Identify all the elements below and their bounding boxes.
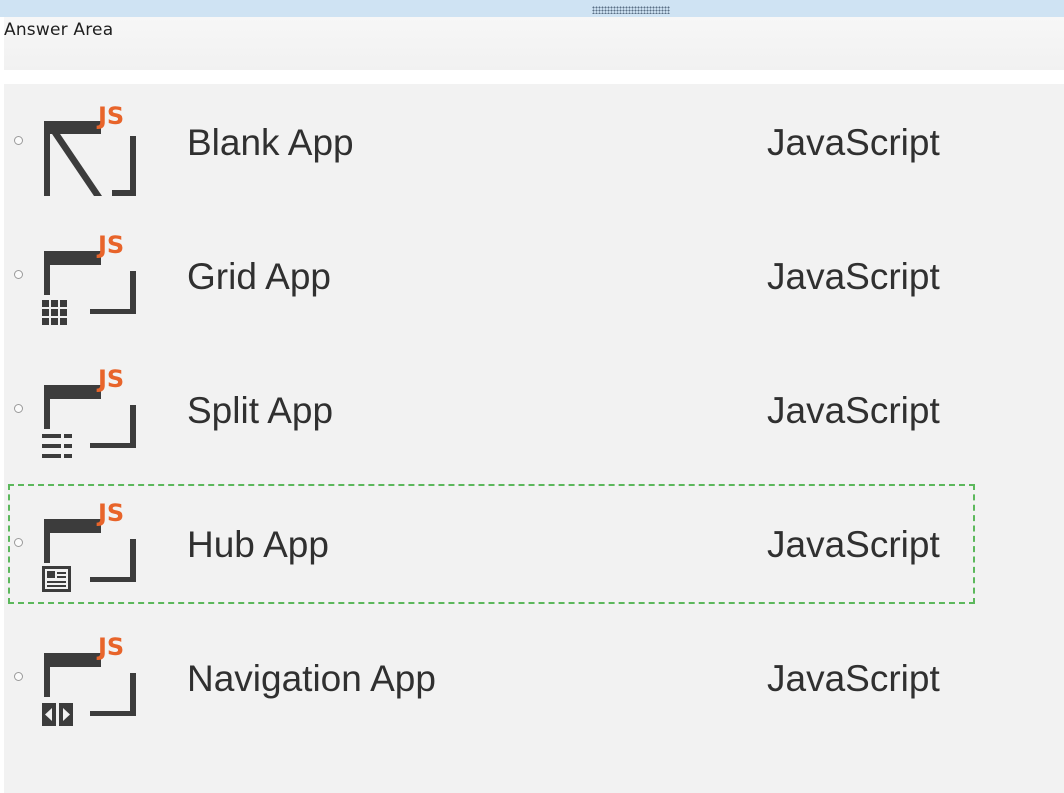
js-badge: JS: [96, 633, 124, 661]
navigation-app-template-icon: JS: [42, 633, 136, 726]
option-blank-app[interactable]: JS Blank App JavaScript: [4, 84, 1064, 196]
js-badge: JS: [96, 499, 124, 527]
grid-app-template-icon: JS: [42, 231, 136, 325]
app-template-name: Navigation App: [187, 658, 436, 699]
option-split-app[interactable]: JS Split App JavaScript: [4, 352, 1064, 464]
app-template-language: JavaScript: [767, 390, 940, 431]
option-navigation-app[interactable]: JS Navigation App JavaScript: [4, 620, 1064, 732]
radio-button[interactable]: [14, 538, 23, 547]
js-badge: JS: [96, 231, 124, 259]
app-template-name: Hub App: [187, 524, 329, 565]
app-template-name: Grid App: [187, 256, 331, 297]
app-template-name: Blank App: [187, 122, 354, 163]
resize-grip-icon[interactable]: [592, 6, 670, 14]
option-hub-app[interactable]: JS Hub App JavaScript: [4, 486, 1064, 598]
blank-app-template-icon: JS: [44, 102, 136, 196]
radio-button[interactable]: [14, 270, 23, 279]
split-app-template-icon: JS: [42, 365, 136, 458]
app-template-language: JavaScript: [767, 524, 940, 565]
hub-app-template-icon: JS: [42, 499, 136, 592]
radio-button[interactable]: [14, 404, 23, 413]
answer-area-header: [4, 17, 1064, 70]
answer-area-title: Answer Area: [4, 20, 114, 40]
option-grid-app[interactable]: JS Grid App JavaScript: [4, 218, 1064, 330]
app-template-language: JavaScript: [767, 122, 940, 163]
answer-options-panel: JS Blank App JavaScript JS Grid App Java…: [4, 84, 1064, 793]
top-resize-bar[interactable]: [0, 0, 1064, 17]
app-template-name: Split App: [187, 390, 334, 431]
app-template-language: JavaScript: [767, 256, 940, 297]
js-badge: JS: [96, 365, 124, 393]
radio-button[interactable]: [14, 136, 23, 145]
app-template-language: JavaScript: [767, 658, 940, 699]
js-badge: JS: [96, 102, 124, 130]
radio-button[interactable]: [14, 672, 23, 681]
